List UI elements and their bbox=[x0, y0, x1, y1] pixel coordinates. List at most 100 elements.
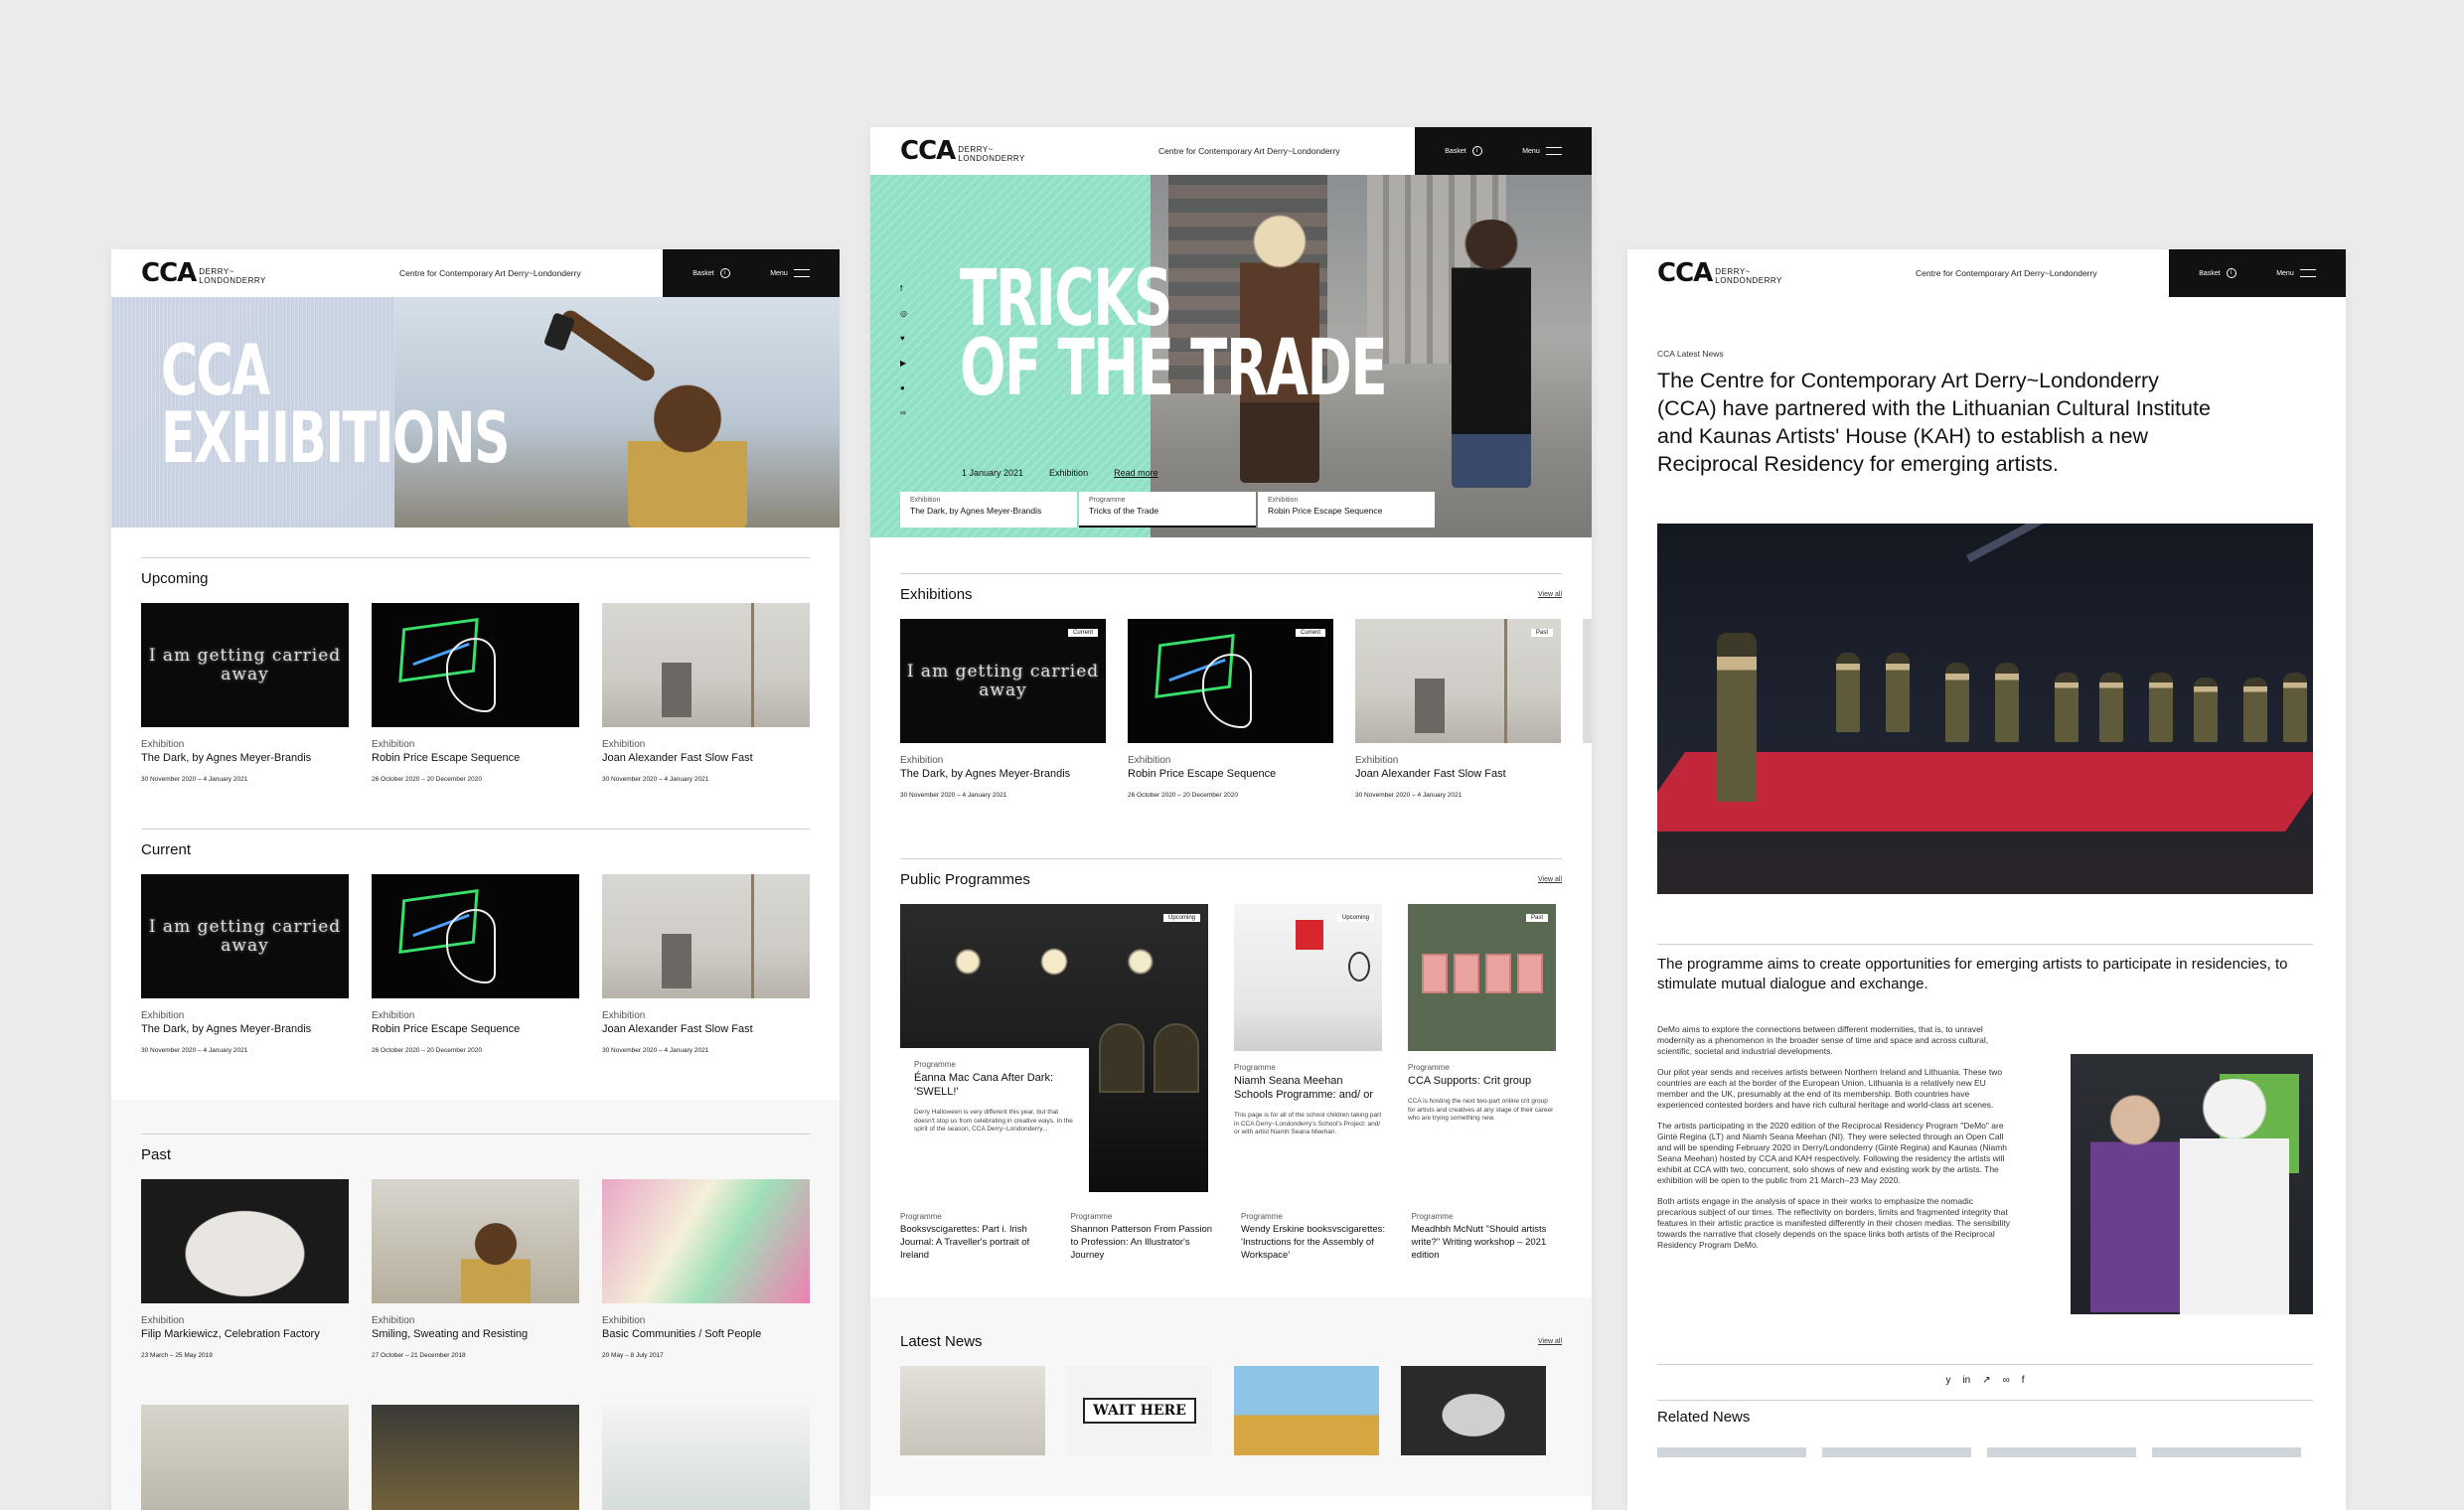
view-all-link[interactable]: View all bbox=[1538, 876, 1562, 883]
article: CCA Latest News The Centre for Contempor… bbox=[1627, 349, 2346, 1457]
hero-tab[interactable]: Exhibition Robin Price Escape Sequence bbox=[1258, 492, 1435, 528]
basket-button[interactable]: Basket i bbox=[693, 268, 730, 278]
pinterest-icon[interactable]: ● bbox=[900, 383, 907, 392]
related-thumbnail[interactable] bbox=[1822, 1447, 1971, 1457]
section-title: Past bbox=[141, 1146, 172, 1163]
news-thumbnail[interactable] bbox=[1234, 1366, 1379, 1455]
latest-news-section: Latest News View all WAIT HERE bbox=[870, 1297, 1592, 1496]
programme-item[interactable]: Programme Meadhbh McNutt "Should artists … bbox=[1412, 1212, 1563, 1262]
programme-item[interactable]: Programme Wendy Erskine booksvscigarettes… bbox=[1241, 1212, 1392, 1262]
hero-title: TRICKS OF THE TRADE bbox=[960, 254, 1388, 413]
hamburger-icon bbox=[2299, 269, 2316, 277]
menu-button[interactable]: Menu bbox=[770, 269, 810, 277]
related-thumbnail[interactable] bbox=[2152, 1447, 2301, 1457]
programme-card[interactable]: Upcoming Programme Éanna Mac Cana After … bbox=[900, 904, 1208, 1192]
facebook-icon[interactable]: f bbox=[2022, 1375, 2025, 1386]
basket-button[interactable]: Basket i bbox=[2199, 268, 2236, 278]
exhibition-card[interactable]: Exhibition Joan Alexander Fast Slow Fast… bbox=[602, 874, 810, 1054]
exhibition-card[interactable]: Exhibition Robin Price Escape Sequence 2… bbox=[372, 874, 579, 1054]
thumbnail bbox=[372, 1179, 579, 1303]
exhibition-card[interactable]: I am getting carried away Exhibition The… bbox=[141, 874, 349, 1054]
exhibitions-section: Exhibitions View all I am getting carried… bbox=[870, 573, 1592, 799]
nav-actions: Basket i Menu bbox=[1415, 127, 1592, 175]
exhibition-card[interactable]: Current Exhibition Robin Price Escape Se… bbox=[1128, 619, 1333, 799]
cca-logo[interactable]: CCA DERRY~ LONDONDERRY bbox=[1627, 260, 1876, 286]
article-side-image bbox=[2071, 1054, 2313, 1314]
hero-tab[interactable]: Programme Tricks of the Trade bbox=[1079, 492, 1256, 528]
thumbnail: Past bbox=[1408, 904, 1556, 1051]
exhibition-card[interactable]: Past Exhibition Joan Alexander Fast Slow… bbox=[1355, 619, 1561, 799]
twitter-icon[interactable]: ♥ bbox=[900, 334, 907, 343]
exhibition-card[interactable]: Exhibition Smiling, Sweating and Resisti… bbox=[372, 1179, 579, 1359]
twitter-icon[interactable]: y bbox=[1945, 1375, 1950, 1386]
section-title: Exhibitions bbox=[900, 586, 973, 603]
exhibition-card[interactable]: Exhibition Robin Price Escape Sequence 2… bbox=[372, 603, 579, 783]
public-programmes-section: Public Programmes View all Upcoming Progr… bbox=[870, 858, 1592, 1262]
hero-photo-person bbox=[1452, 220, 1531, 488]
basket-button[interactable]: Basket i bbox=[1445, 146, 1482, 156]
news-thumbnail[interactable]: WAIT HERE bbox=[1067, 1366, 1212, 1455]
feature-image bbox=[1657, 524, 2313, 894]
section-title: Current bbox=[141, 841, 192, 858]
hero-title: CCA EXHIBITIONS bbox=[161, 330, 510, 479]
cca-logo[interactable]: CCA DERRY~ LONDONDERRY bbox=[870, 138, 1119, 164]
linkedin-icon[interactable]: in bbox=[1962, 1375, 1970, 1386]
view-all-link[interactable]: View all bbox=[1538, 1338, 1562, 1345]
thumbnail bbox=[372, 1405, 579, 1510]
related-thumbnail[interactable] bbox=[1657, 1447, 1806, 1457]
upcoming-section: Upcoming I am getting carried away Exhib… bbox=[111, 557, 840, 783]
thumbnail: I am getting carried away Current bbox=[900, 619, 1106, 743]
thumbnail: Upcoming bbox=[1234, 904, 1382, 1051]
view-all-link[interactable]: View all bbox=[1538, 591, 1562, 598]
programme-item[interactable]: Programme Booksvscigarettes: Part i. Iris… bbox=[900, 1212, 1051, 1262]
exhibitions-page: CCA DERRY~ LONDONDERRY Centre for Contem… bbox=[111, 249, 840, 1510]
tripadvisor-icon[interactable]: ∞ bbox=[900, 408, 907, 417]
thumbnail bbox=[372, 603, 579, 727]
share-icon[interactable]: ↗ bbox=[1982, 1375, 1990, 1386]
hero-tab[interactable]: Exhibition The Dark, by Agnes Meyer-Brand… bbox=[900, 492, 1077, 528]
thumbnail: Current bbox=[1128, 619, 1333, 743]
related-thumbnail[interactable] bbox=[1987, 1447, 2136, 1457]
exhibition-card[interactable]: Exhibition Filip Markiewicz, Celebration… bbox=[141, 1179, 349, 1359]
youtube-icon[interactable]: ▶ bbox=[900, 359, 907, 368]
top-nav: CCA DERRY~ LONDONDERRY Centre for Contem… bbox=[111, 249, 840, 297]
thumbnail: Past bbox=[1355, 619, 1561, 743]
section-title: Upcoming bbox=[141, 570, 209, 587]
link-icon[interactable]: ∞ bbox=[2003, 1375, 2010, 1386]
article-eyebrow: CCA Latest News bbox=[1657, 349, 1724, 359]
status-badge: Upcoming bbox=[1162, 914, 1200, 922]
thumbnail bbox=[602, 874, 810, 998]
menu-button[interactable]: Menu bbox=[2276, 269, 2316, 277]
status-badge: Past bbox=[1525, 914, 1548, 922]
exhibition-card[interactable] bbox=[141, 1405, 349, 1510]
facebook-icon[interactable]: f bbox=[900, 284, 907, 293]
hamburger-icon bbox=[793, 269, 810, 277]
news-thumbnail[interactable] bbox=[900, 1366, 1045, 1455]
news-thumbnail[interactable] bbox=[1401, 1366, 1546, 1455]
basket-icon: i bbox=[1471, 146, 1482, 156]
exhibition-card[interactable]: I am getting carried away Exhibition The… bbox=[141, 603, 349, 783]
nav-actions: Basket i Menu bbox=[2169, 249, 2346, 297]
instagram-icon[interactable]: ◎ bbox=[900, 309, 907, 318]
programme-card[interactable]: Upcoming Programme Niamh Seana Meehan Sc… bbox=[1234, 904, 1382, 1192]
exhibition-card[interactable]: Exhibition Joan Alexander Fast Slow Fast… bbox=[602, 603, 810, 783]
exhibition-card[interactable] bbox=[372, 1405, 579, 1510]
top-nav: CCA DERRY~ LONDONDERRY Centre for Contem… bbox=[1627, 249, 2346, 297]
status-badge: Upcoming bbox=[1336, 914, 1374, 922]
programme-item[interactable]: Programme Shannon Patterson From Passion … bbox=[1071, 1212, 1222, 1262]
programme-card[interactable]: Past Programme CCA Supports: Crit group … bbox=[1408, 904, 1556, 1192]
read-more-link[interactable]: Read more bbox=[1114, 468, 1158, 478]
menu-button[interactable]: Menu bbox=[1522, 147, 1562, 155]
thumbnail: Upcoming Programme Éanna Mac Cana After … bbox=[900, 904, 1208, 1192]
thumbnail bbox=[141, 1405, 349, 1510]
share-links: y in ↗ ∞ f bbox=[1657, 1364, 2313, 1386]
status-badge: Current bbox=[1067, 629, 1098, 637]
basket-icon: i bbox=[2226, 268, 2236, 278]
programme-overlay: Programme Éanna Mac Cana After Dark: 'SW… bbox=[900, 1048, 1089, 1192]
exhibition-card[interactable]: I am getting carried away Current Exhibit… bbox=[900, 619, 1106, 799]
home-page: CCA DERRY~ LONDONDERRY Centre for Contem… bbox=[870, 127, 1592, 1510]
exhibition-card[interactable] bbox=[602, 1405, 810, 1510]
past-section: Past Exhibition Filip Markiewicz, Celebr… bbox=[111, 1100, 840, 1510]
cca-logo[interactable]: CCA DERRY~ LONDONDERRY bbox=[111, 260, 360, 286]
exhibition-card[interactable]: Exhibition Basic Communities / Soft Peop… bbox=[602, 1179, 810, 1359]
